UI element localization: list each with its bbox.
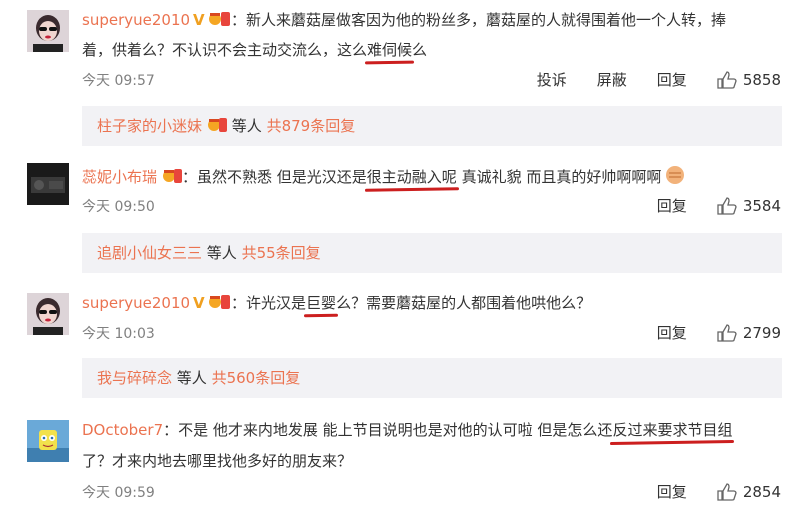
avatar[interactable] xyxy=(27,420,69,462)
like-count: 2854 xyxy=(742,482,781,501)
reply-button[interactable]: 回复 xyxy=(657,481,687,502)
reply-username[interactable]: 追剧小仙女三三 xyxy=(97,244,202,262)
reply-count[interactable]: 共879条回复 xyxy=(267,117,356,135)
highlight-underline: 巨婴 xyxy=(306,294,337,312)
member-badge-icon xyxy=(160,167,183,190)
username[interactable]: superyue2010 xyxy=(82,294,190,312)
emoji-fist-icon xyxy=(664,165,686,190)
highlight-underline: 很主动融入呢 xyxy=(366,168,457,186)
like-button[interactable]: 3584 xyxy=(717,197,781,215)
reply-username[interactable]: 我与碎碎念 xyxy=(97,369,172,387)
comment-actions: 回复 2854 xyxy=(627,481,781,502)
like-count: 2799 xyxy=(742,323,781,342)
vip-badge-icon: V xyxy=(193,10,231,33)
comment-text: 蕊妮小布瑞 ：虽然不熟悉 但是光汉还是很主动融入呢 真诚礼貌 而且真的好帅啊啊啊 xyxy=(82,165,686,190)
comment-text: superyue2010 V ：许光汉是巨婴么？需要蘑菇屋的人都围着他哄他么？ xyxy=(82,293,591,316)
thumbs-up-icon xyxy=(717,482,737,501)
highlight-underline: 反过来要求节目组 xyxy=(612,421,733,439)
reply-summary[interactable]: 我与碎碎念 等人 共560条回复 xyxy=(82,358,782,398)
avatar[interactable] xyxy=(27,163,69,205)
vip-badge-icon: V xyxy=(193,293,231,316)
reply-count[interactable]: 共55条回复 xyxy=(242,244,321,262)
timestamp: 今天 09:59 xyxy=(82,485,155,501)
thumbs-up-icon xyxy=(717,196,737,215)
like-count: 5858 xyxy=(742,70,781,89)
reply-summary[interactable]: 柱子家的小迷妹 等人 共879条回复 xyxy=(82,106,782,146)
comment-text: superyue2010 V ：新人来蘑菇屋做客因为他的粉丝多，蘑菇屋的人就得围着他… xyxy=(82,10,726,33)
highlight-underline: 难伺候 xyxy=(367,41,413,59)
reply-summary[interactable]: 追剧小仙女三三 等人 共55条回复 xyxy=(82,233,782,273)
username[interactable]: 蕊妮小布瑞 xyxy=(82,168,157,186)
like-button[interactable]: 5858 xyxy=(717,71,781,89)
svg-text:V: V xyxy=(193,294,205,311)
comment-text: DOctober7：不是 他才来内地发展 能上节目说明也是对他的认可啦 但是怎么… xyxy=(82,421,733,439)
reply-button[interactable]: 回复 xyxy=(657,322,687,343)
reply-count[interactable]: 共560条回复 xyxy=(212,369,301,387)
comment-actions: 投诉 屏蔽 回复 5858 xyxy=(507,69,781,90)
thumbs-up-icon xyxy=(717,323,737,342)
timestamp: 今天 10:03 xyxy=(82,326,155,342)
timestamp: 今天 09:57 xyxy=(82,73,155,89)
block-button[interactable]: 屏蔽 xyxy=(597,69,627,90)
username[interactable]: superyue2010 xyxy=(82,11,190,29)
reply-button[interactable]: 回复 xyxy=(657,69,687,90)
avatar[interactable] xyxy=(27,293,69,335)
comment-actions: 回复 2799 xyxy=(627,322,781,343)
comment-actions: 回复 3584 xyxy=(627,195,781,216)
timestamp: 今天 09:50 xyxy=(82,199,155,215)
like-button[interactable]: 2854 xyxy=(717,483,781,501)
like-count: 3584 xyxy=(742,196,781,215)
thumbs-up-icon xyxy=(717,70,737,89)
avatar[interactable] xyxy=(27,10,69,52)
reply-button[interactable]: 回复 xyxy=(657,195,687,216)
svg-text:V: V xyxy=(193,11,205,28)
like-button[interactable]: 2799 xyxy=(717,324,781,342)
username[interactable]: DOctober7 xyxy=(82,421,163,439)
reply-username[interactable]: 柱子家的小迷妹 xyxy=(97,117,202,135)
report-button[interactable]: 投诉 xyxy=(537,69,567,90)
member-badge-icon xyxy=(205,109,228,149)
